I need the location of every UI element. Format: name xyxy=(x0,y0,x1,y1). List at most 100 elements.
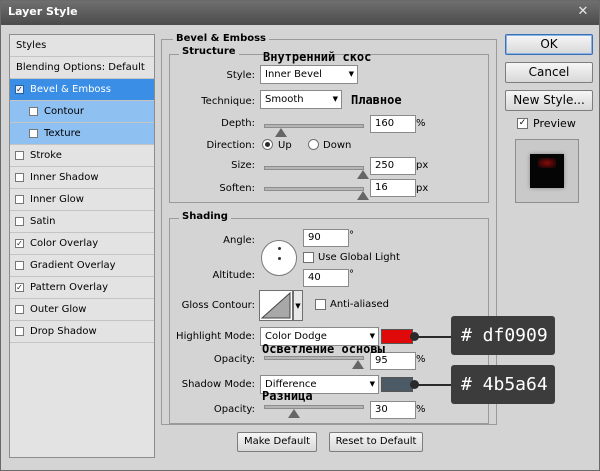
sidebar-item-label: Satin xyxy=(30,216,56,227)
size-unit: px xyxy=(416,160,429,171)
size-slider-handle[interactable] xyxy=(357,170,369,179)
highlight-opacity-slider-handle[interactable] xyxy=(352,360,365,369)
checkbox-checked-icon[interactable]: ✓ xyxy=(15,283,24,292)
annotation-color-dodge: Осветление основы xyxy=(262,342,385,356)
depth-slider-handle[interactable] xyxy=(274,128,287,137)
sidebar-item-inner-shadow[interactable]: Inner Shadow xyxy=(10,167,154,189)
shadow-opacity-label: Opacity: xyxy=(213,404,255,415)
sidebar-item-pattern-overlay[interactable]: ✓ Pattern Overlay xyxy=(10,277,154,299)
checkbox-icon[interactable] xyxy=(15,151,24,160)
title-bar[interactable]: Layer Style ✕ xyxy=(1,1,599,25)
soften-input[interactable]: 16 xyxy=(370,179,416,197)
shadow-opacity-unit: % xyxy=(416,404,426,415)
gloss-contour-picker[interactable] xyxy=(259,290,293,321)
sidebar-item-color-overlay[interactable]: ✓ Color Overlay xyxy=(10,233,154,255)
cancel-button[interactable]: Cancel xyxy=(505,62,593,83)
highlight-color-swatch[interactable] xyxy=(381,329,413,344)
checkbox-icon[interactable] xyxy=(15,327,24,336)
altitude-label: Altitude: xyxy=(212,270,255,281)
sidebar-item-label: Stroke xyxy=(30,150,62,161)
sidebar-item-gradient-overlay[interactable]: Gradient Overlay xyxy=(10,255,154,277)
sidebar-item-label: Outer Glow xyxy=(30,304,87,315)
sidebar-item-inner-glow[interactable]: Inner Glow xyxy=(10,189,154,211)
size-label: Size: xyxy=(231,160,255,171)
shading-title: Shading xyxy=(179,211,231,222)
highlight-opacity-slider[interactable] xyxy=(264,356,365,369)
technique-value: Smooth xyxy=(265,94,304,105)
bevel-emboss-title: Bevel & Emboss xyxy=(173,33,269,44)
shadow-opacity-slider[interactable] xyxy=(264,405,364,418)
new-style-button[interactable]: New Style... xyxy=(505,90,593,111)
checkbox-icon[interactable] xyxy=(29,129,38,138)
reset-to-default-button[interactable]: Reset to Default xyxy=(329,432,423,452)
sidebar-item-label: Gradient Overlay xyxy=(30,260,116,271)
close-icon[interactable]: ✕ xyxy=(575,4,591,20)
direction-up-radio[interactable] xyxy=(262,139,273,150)
sidebar-item-texture[interactable]: Texture xyxy=(10,123,154,145)
checkbox-icon[interactable] xyxy=(15,261,24,270)
sidebar-item-satin[interactable]: Satin xyxy=(10,211,154,233)
sidebar-item-label: Contour xyxy=(44,106,84,117)
shadow-mode-label: Shadow Mode: xyxy=(181,379,255,390)
use-global-light-checkbox[interactable] xyxy=(303,252,314,263)
sidebar-item-label: Drop Shadow xyxy=(30,326,97,337)
shadow-opacity-slider-handle[interactable] xyxy=(288,409,301,418)
checkbox-icon[interactable] xyxy=(15,173,24,182)
size-input[interactable]: 250 xyxy=(370,157,416,175)
sidebar-item-label: Bevel & Emboss xyxy=(30,84,111,95)
use-global-light-label: Use Global Light xyxy=(318,252,400,263)
soften-slider-handle[interactable] xyxy=(357,191,369,200)
highlight-mode-label: Highlight Mode: xyxy=(176,331,255,342)
dropdown-arrow-icon: ▼ xyxy=(348,70,354,78)
checkbox-checked-icon[interactable]: ✓ xyxy=(15,85,24,94)
center-dot-icon xyxy=(278,257,281,260)
checkbox-icon[interactable] xyxy=(15,305,24,314)
style-dropdown[interactable]: Inner Bevel ▼ xyxy=(260,65,358,84)
technique-dropdown[interactable]: Smooth ▼ xyxy=(260,90,342,109)
technique-label: Technique: xyxy=(201,96,255,107)
angle-unit: ° xyxy=(349,230,354,241)
ok-button[interactable]: OK xyxy=(505,34,593,55)
make-default-button[interactable]: Make Default xyxy=(237,432,317,452)
sidebar-item-label: Texture xyxy=(44,128,81,139)
shadow-callout-dot-icon xyxy=(410,380,419,389)
shadow-callout-connector xyxy=(413,384,453,386)
altitude-input[interactable]: 40 xyxy=(303,269,349,287)
direction-down-radio[interactable] xyxy=(308,139,319,150)
sidebar-item-outer-glow[interactable]: Outer Glow xyxy=(10,299,154,321)
highlight-mode-value: Color Dodge xyxy=(265,331,327,342)
highlight-opacity-unit: % xyxy=(416,354,426,365)
sidebar-item-stroke[interactable]: Stroke xyxy=(10,145,154,167)
shadow-opacity-input[interactable]: 30 xyxy=(370,401,416,419)
dialog-title: Layer Style xyxy=(8,5,78,18)
dropdown-arrow-icon: ▼ xyxy=(332,95,338,103)
depth-input[interactable]: 160 xyxy=(370,115,416,133)
altitude-unit: ° xyxy=(349,269,354,280)
preview-checkbox[interactable]: ✓ xyxy=(517,118,528,129)
checkbox-checked-icon[interactable]: ✓ xyxy=(15,239,24,248)
size-slider[interactable] xyxy=(264,166,369,179)
checkbox-icon[interactable] xyxy=(15,217,24,226)
sidebar-item-bevel-emboss[interactable]: ✓ Bevel & Emboss xyxy=(10,79,154,101)
soften-unit: px xyxy=(416,183,429,194)
checkbox-icon[interactable] xyxy=(15,195,24,204)
sidebar-item-label: Styles xyxy=(16,40,47,51)
checkbox-icon[interactable] xyxy=(29,107,38,116)
depth-slider[interactable] xyxy=(264,124,364,137)
sidebar-item-styles[interactable]: Styles xyxy=(10,35,154,57)
styles-list: Styles Blending Options: Default ✓ Bevel… xyxy=(9,34,155,458)
sidebar-item-blending-options[interactable]: Blending Options: Default xyxy=(10,57,154,79)
sidebar-item-label: Color Overlay xyxy=(30,238,99,249)
sidebar-item-label: Inner Shadow xyxy=(30,172,99,183)
gloss-dropdown-arrow-icon[interactable]: ▼ xyxy=(293,290,303,321)
sidebar-item-contour[interactable]: Contour xyxy=(10,101,154,123)
angle-wheel[interactable] xyxy=(261,240,297,276)
anti-aliased-checkbox[interactable] xyxy=(315,299,326,310)
highlight-callout-dot-icon xyxy=(410,332,419,341)
soften-slider[interactable] xyxy=(264,187,369,200)
annotation-difference: Разница xyxy=(262,389,313,403)
angle-input[interactable]: 90 xyxy=(303,229,349,247)
sidebar-item-drop-shadow[interactable]: Drop Shadow xyxy=(10,321,154,343)
shadow-color-swatch[interactable] xyxy=(381,377,413,392)
style-value: Inner Bevel xyxy=(265,69,322,80)
